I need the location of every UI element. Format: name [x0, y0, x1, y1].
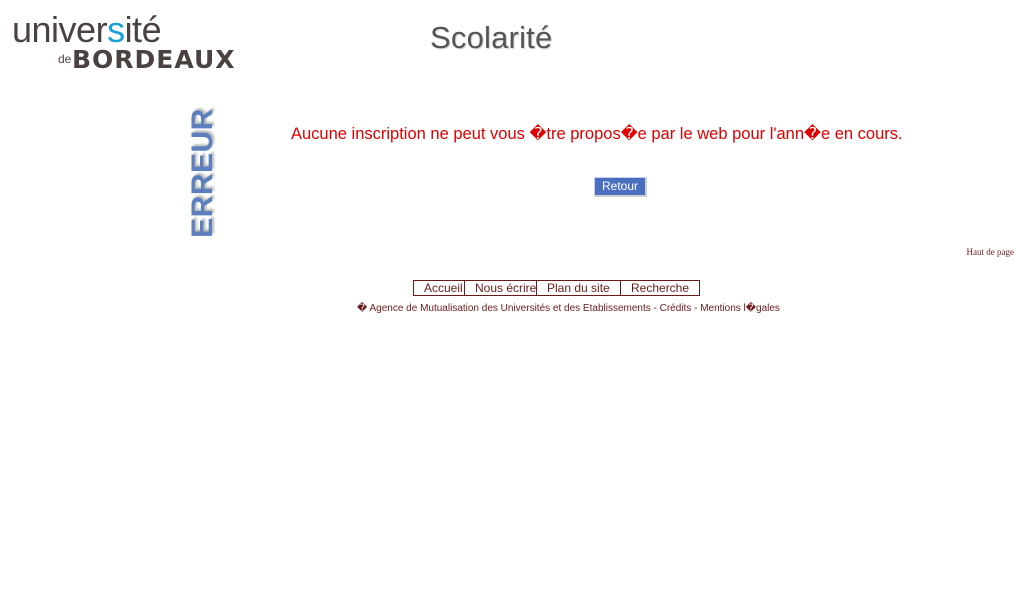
footer-nav-sitemap[interactable]: Plan du site	[536, 281, 620, 295]
universite-bordeaux-logo[interactable]: université de BORDEAUX	[12, 9, 235, 76]
error-section-label: ERREUR	[186, 104, 220, 242]
page: université de BORDEAUX Scolarité ERREUR …	[0, 0, 1014, 613]
footer-nav-search[interactable]: Recherche	[620, 281, 699, 295]
footer-nav-contact[interactable]: Nous écrire	[464, 281, 536, 295]
footer-nav-home[interactable]: Accueil	[414, 281, 464, 295]
footer-nav: Accueil Nous écrire Plan du site Recherc…	[413, 280, 700, 296]
back-button[interactable]: Retour	[594, 177, 647, 197]
error-section-label-text: ERREUR	[186, 108, 219, 238]
logo-wordmark-bordeaux: BORDEAUX	[72, 45, 236, 74]
logo-wordmark-universite: université	[12, 9, 162, 50]
error-message: Aucune inscription ne peut vous �tre pro…	[291, 125, 903, 143]
copyright-line: � Agence de Mutualisation des Université…	[357, 303, 780, 314]
back-to-top-link[interactable]: Haut de page	[967, 247, 1014, 257]
logo-de: de	[58, 52, 72, 66]
page-title: Scolarité	[430, 20, 553, 55]
